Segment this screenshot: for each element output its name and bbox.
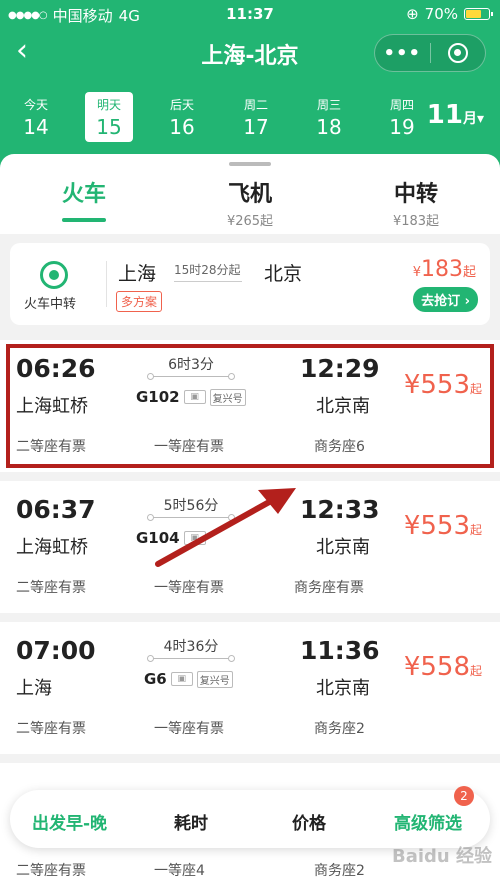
drag-handle[interactable]: [229, 162, 271, 166]
chevron-right-icon: ›: [464, 294, 470, 309]
tab-flight[interactable]: 飞机 ¥265起: [210, 176, 290, 229]
transfer-price: ¥183起: [413, 257, 476, 282]
seat-first-class: 一等座有票: [154, 580, 224, 596]
sort-departure-button[interactable]: 出发早-晚: [32, 809, 107, 834]
currency: ¥: [412, 265, 421, 280]
date-day: 15: [96, 115, 122, 139]
tab-label: 火车: [61, 182, 106, 207]
arrival-time: 11:36: [300, 636, 380, 665]
transfer-icon: [40, 261, 68, 289]
battery-icon: [464, 8, 493, 20]
date-week: 今天: [23, 98, 48, 112]
multi-plan-badge: 多方案: [116, 291, 163, 312]
advanced-filter-button[interactable]: 高级筛选: [394, 809, 462, 834]
arrival-station: 北京南: [316, 678, 370, 699]
date-week: 周二: [243, 98, 268, 112]
id-card-icon: ▣: [170, 672, 193, 686]
travel-duration: 4时36分: [163, 639, 219, 655]
seat-business-class: 商务座2: [314, 721, 365, 737]
annotation-arrow: [155, 488, 296, 567]
price-unit: 起: [469, 523, 482, 537]
tab-transfer[interactable]: 中转 ¥183起: [376, 176, 456, 229]
mode-tabs: 火车 飞机 ¥265起 中转 ¥183起: [0, 154, 500, 234]
departure-station: 上海: [16, 678, 52, 699]
arrival-station: 北京南: [316, 537, 370, 558]
date-day: 18: [316, 115, 342, 139]
train-number: G6: [144, 670, 167, 688]
date-item[interactable]: 周二 17: [232, 92, 280, 142]
date-item[interactable]: 周三 18: [305, 92, 353, 142]
price-unit: 起: [462, 265, 476, 280]
tab-indicator: [62, 218, 106, 222]
more-icon[interactable]: •••: [375, 43, 430, 64]
date-item-selected[interactable]: 明天 15: [85, 92, 133, 142]
grab-ticket-button[interactable]: 去抢订 ›: [413, 287, 478, 312]
date-day: 14: [23, 115, 49, 139]
tab-label: 中转: [393, 182, 438, 207]
date-week: 后天: [169, 98, 194, 112]
date-day: 17: [243, 115, 269, 139]
seat-business-class: 商务座2: [314, 863, 365, 879]
month-picker[interactable]: 11月▾: [427, 100, 484, 130]
month-unit: 月: [462, 111, 477, 127]
date-week: 明天: [96, 98, 121, 112]
duration-line: [174, 281, 242, 282]
date-item[interactable]: 后天 16: [158, 92, 206, 142]
transfer-from: 上海: [118, 263, 157, 285]
tab-price: ¥265起: [226, 214, 274, 229]
orientation-lock-icon: ⊕: [406, 5, 419, 23]
nav-bar: ‹ 上海-北京 •••: [0, 30, 500, 78]
duration-line: [147, 655, 235, 662]
departure-station: 上海虹桥: [16, 537, 88, 558]
divider: [106, 261, 107, 307]
price-value: ¥553: [403, 511, 470, 541]
sort-duration-button[interactable]: 耗时: [174, 809, 208, 834]
seat-second-class: 二等座有票: [16, 580, 86, 596]
arrival-time: 12:33: [300, 495, 380, 524]
sort-price-button[interactable]: 价格: [292, 809, 326, 834]
train-price: ¥558起: [404, 652, 482, 682]
transfer-card[interactable]: 火车中转 上海 15时28分起 北京 多方案 ¥183起 去抢订 ›: [10, 243, 490, 325]
seat-first-class: 一等座有票: [154, 721, 224, 737]
battery-percent: 70%: [424, 5, 458, 23]
close-mini-program-icon[interactable]: [430, 43, 485, 63]
train-code: G6 ▣ 复兴号: [144, 670, 233, 688]
train-type-tag: 复兴号: [196, 670, 233, 688]
date-day: 19: [389, 115, 415, 139]
price-unit: 起: [469, 664, 482, 678]
train-price: ¥553起: [404, 511, 482, 541]
price-value: 183: [420, 257, 463, 282]
departure-time: 07:00: [16, 636, 96, 665]
date-week: 周三: [316, 98, 341, 112]
month-number: 11: [426, 100, 463, 130]
mini-program-capsule: •••: [374, 34, 486, 72]
seat-business-class: 商务座有票: [294, 580, 364, 596]
date-item[interactable]: 周四 19: [378, 92, 426, 142]
tab-label: 飞机: [227, 182, 272, 207]
caret-down-icon: ▾: [476, 111, 484, 127]
price-value: ¥558: [403, 652, 470, 682]
watermark: Baidu 经验: [391, 846, 492, 867]
filter-bar: 出发早-晚 耗时 价格 高级筛选 2: [10, 786, 490, 848]
date-strip: 今天 14 明天 15 后天 16 周二 17 周三 18 周四 19 11月▾: [0, 92, 500, 144]
seat-first-class: 一等座4: [154, 863, 205, 879]
transfer-duration: 15时28分起: [174, 263, 241, 277]
transfer-label: 火车中转: [24, 297, 77, 312]
departure-time: 06:37: [16, 495, 96, 524]
tab-price: ¥183起: [392, 214, 440, 229]
button-label: 去抢订: [421, 294, 461, 309]
tab-train[interactable]: 火车: [52, 176, 116, 222]
date-item[interactable]: 今天 14: [12, 92, 60, 142]
seat-second-class: 二等座有票: [16, 721, 86, 737]
train-row[interactable]: 07:00 4时36分 11:36 上海 G6 ▣ 复兴号 北京南 ¥558起 二等…: [0, 622, 500, 754]
seat-second-class: 二等座有票: [16, 863, 86, 879]
status-bar: ●●●●○ 中国移动 4G 11:37 ⊕ 70%: [0, 0, 500, 30]
date-week: 周四: [389, 98, 414, 112]
filter-count-badge: 2: [454, 786, 474, 806]
date-day: 16: [169, 115, 195, 139]
transfer-to: 北京: [264, 263, 303, 285]
highlight-box: [6, 344, 494, 468]
